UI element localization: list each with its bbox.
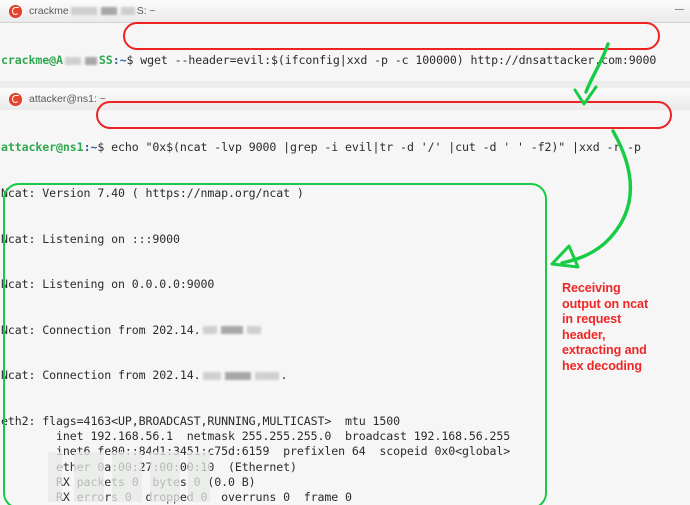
green-arrow-curved [550, 129, 633, 269]
annotation-note: Receiving output on ncat in request head… [562, 281, 649, 373]
green-arrow-down [573, 42, 610, 106]
screenshot-root: crackme S: ~ crackme@A SS:~$ wget --heade… [0, 0, 690, 505]
annotation-arrows [550, 42, 633, 269]
